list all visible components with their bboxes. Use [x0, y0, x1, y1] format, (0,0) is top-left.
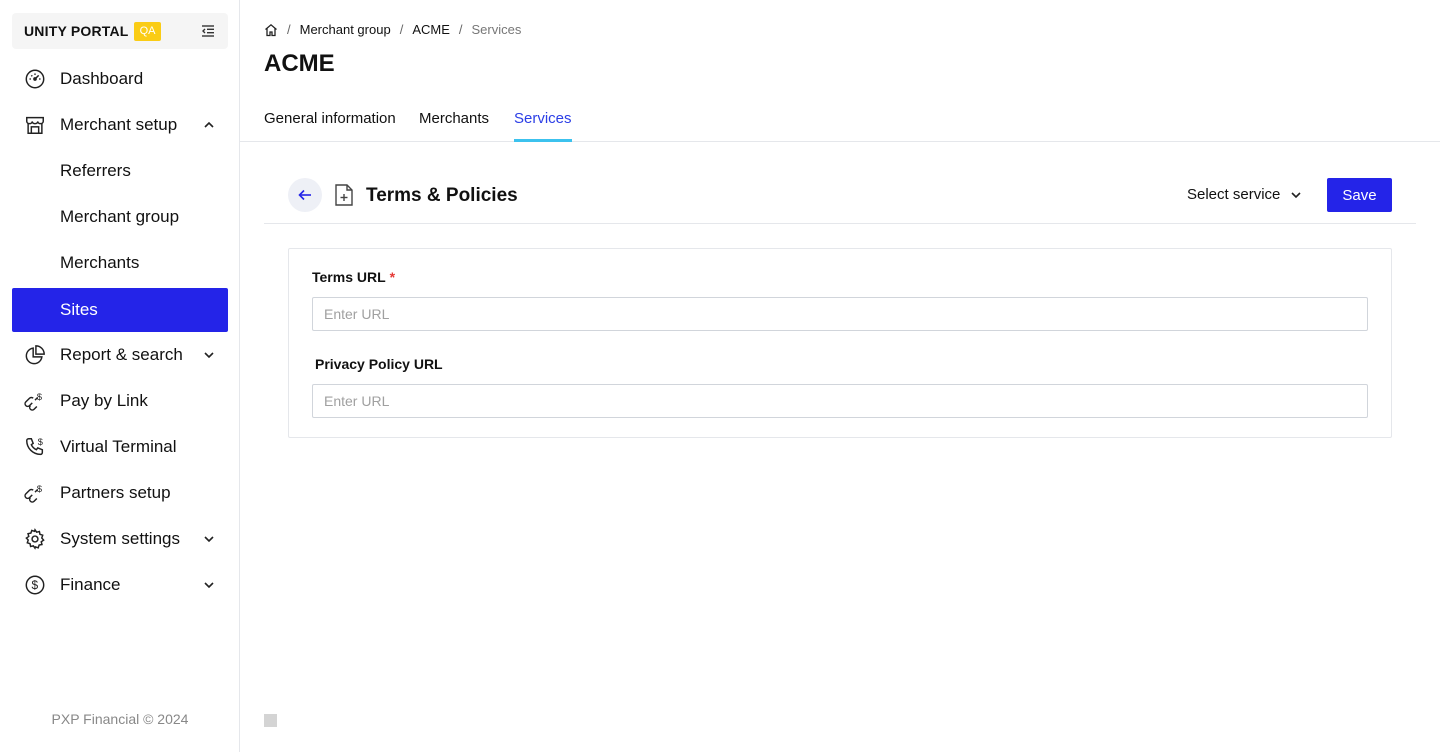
back-button[interactable]: [288, 178, 322, 212]
corner-widget[interactable]: [264, 714, 277, 727]
sidebar-item-label: Merchant setup: [60, 115, 178, 134]
save-button[interactable]: Save: [1327, 178, 1392, 212]
home-icon[interactable]: [264, 23, 278, 37]
section-title: Terms & Policies: [366, 185, 518, 206]
sidebar-item-label: Partners setup: [60, 483, 171, 502]
sidebar-item-label: Virtual Terminal: [60, 437, 177, 456]
arrow-left-icon: [298, 189, 311, 201]
sidebar-item-label: Merchants: [60, 253, 140, 272]
sidebar: UNITY PORTAL QA Dashboard Merchant setup…: [0, 0, 240, 752]
brand-header: UNITY PORTAL QA: [12, 13, 228, 49]
pie-chart-icon: [25, 345, 45, 365]
breadcrumb: / Merchant group / ACME / Services: [264, 22, 521, 37]
breadcrumb-merchant-group[interactable]: Merchant group: [300, 22, 391, 37]
sidebar-item-partners-setup[interactable]: $ Partners setup: [12, 471, 228, 515]
chevron-down-icon: [204, 536, 214, 543]
sidebar-item-system-settings[interactable]: System settings: [12, 517, 228, 561]
breadcrumb-separator: /: [458, 22, 463, 37]
sidebar-item-merchants[interactable]: Merchants: [12, 241, 228, 285]
sidebar-item-merchant-group[interactable]: Merchant group: [12, 195, 228, 239]
terms-url-input[interactable]: [312, 297, 1368, 331]
terms-url-label-text: Terms URL: [312, 269, 386, 285]
select-service-dropdown[interactable]: Select service: [1187, 186, 1302, 203]
copyright-footer: PXP Financial © 2024: [51, 711, 189, 727]
sidebar-item-virtual-terminal[interactable]: $ Virtual Terminal: [12, 425, 228, 469]
sidebar-item-label: Report & search: [60, 345, 183, 364]
privacy-policy-url-input[interactable]: [312, 384, 1368, 418]
tab-bar: General information Merchants Services: [240, 100, 1440, 142]
dollar-circle-icon: $: [25, 575, 45, 595]
sidebar-item-report-search[interactable]: Report & search: [12, 333, 228, 377]
tab-merchants[interactable]: Merchants: [419, 110, 489, 142]
section-header: Terms & Policies Select service Save: [264, 176, 1416, 224]
svg-text:$: $: [32, 578, 39, 592]
link-dollar-icon: $: [24, 392, 42, 411]
phone-dollar-icon: $: [26, 437, 44, 456]
sidebar-item-finance[interactable]: $ Finance: [12, 563, 228, 607]
gear-icon: [25, 528, 45, 550]
tab-services[interactable]: Services: [514, 110, 572, 142]
privacy-policy-url-label: Privacy Policy URL: [315, 356, 443, 372]
sidebar-item-label: Sites: [60, 300, 98, 319]
sidebar-item-label: Merchant group: [60, 207, 180, 226]
sidebar-item-label: Referrers: [60, 161, 131, 180]
link-dollar-icon: $: [24, 484, 42, 503]
sidebar-item-sites[interactable]: Sites: [12, 288, 228, 332]
select-service-label: Select service: [1187, 186, 1281, 203]
tab-general-information[interactable]: General information: [264, 110, 396, 142]
sidebar-item-referrers[interactable]: Referrers: [12, 149, 228, 193]
chevron-down-icon: [204, 352, 214, 359]
collapse-sidebar-icon[interactable]: [200, 23, 216, 39]
sidebar-item-pay-by-link[interactable]: $ Pay by Link: [12, 379, 228, 423]
document-add-icon: [335, 184, 353, 206]
sidebar-item-label: Pay by Link: [60, 391, 148, 410]
environment-badge: QA: [133, 21, 162, 41]
storefront-icon: [26, 116, 44, 134]
chevron-up-icon: [204, 121, 214, 128]
required-asterisk: *: [389, 269, 396, 285]
sidebar-item-label: System settings: [60, 529, 180, 548]
chevron-down-icon: [204, 582, 214, 589]
breadcrumb-separator: /: [399, 22, 404, 37]
terms-policies-form: Terms URL* Privacy Policy URL: [288, 248, 1392, 438]
chevron-down-icon: [1291, 191, 1301, 198]
sidebar-item-dashboard[interactable]: Dashboard: [12, 57, 228, 101]
page-title: ACME: [264, 50, 335, 77]
svg-text:$: $: [38, 437, 43, 447]
breadcrumb-acme[interactable]: ACME: [412, 22, 450, 37]
breadcrumb-separator: /: [287, 22, 291, 37]
brand-name: UNITY PORTAL: [24, 23, 129, 39]
terms-url-label: Terms URL *: [312, 269, 395, 285]
svg-text:$: $: [37, 392, 42, 402]
sidebar-item-label: Dashboard: [60, 69, 144, 88]
sidebar-item-label: Finance: [60, 575, 121, 594]
dashboard-gauge-icon: [25, 69, 45, 89]
breadcrumb-current: Services: [471, 22, 522, 37]
svg-text:$: $: [37, 484, 42, 494]
sidebar-item-merchant-setup[interactable]: Merchant setup: [12, 103, 228, 147]
